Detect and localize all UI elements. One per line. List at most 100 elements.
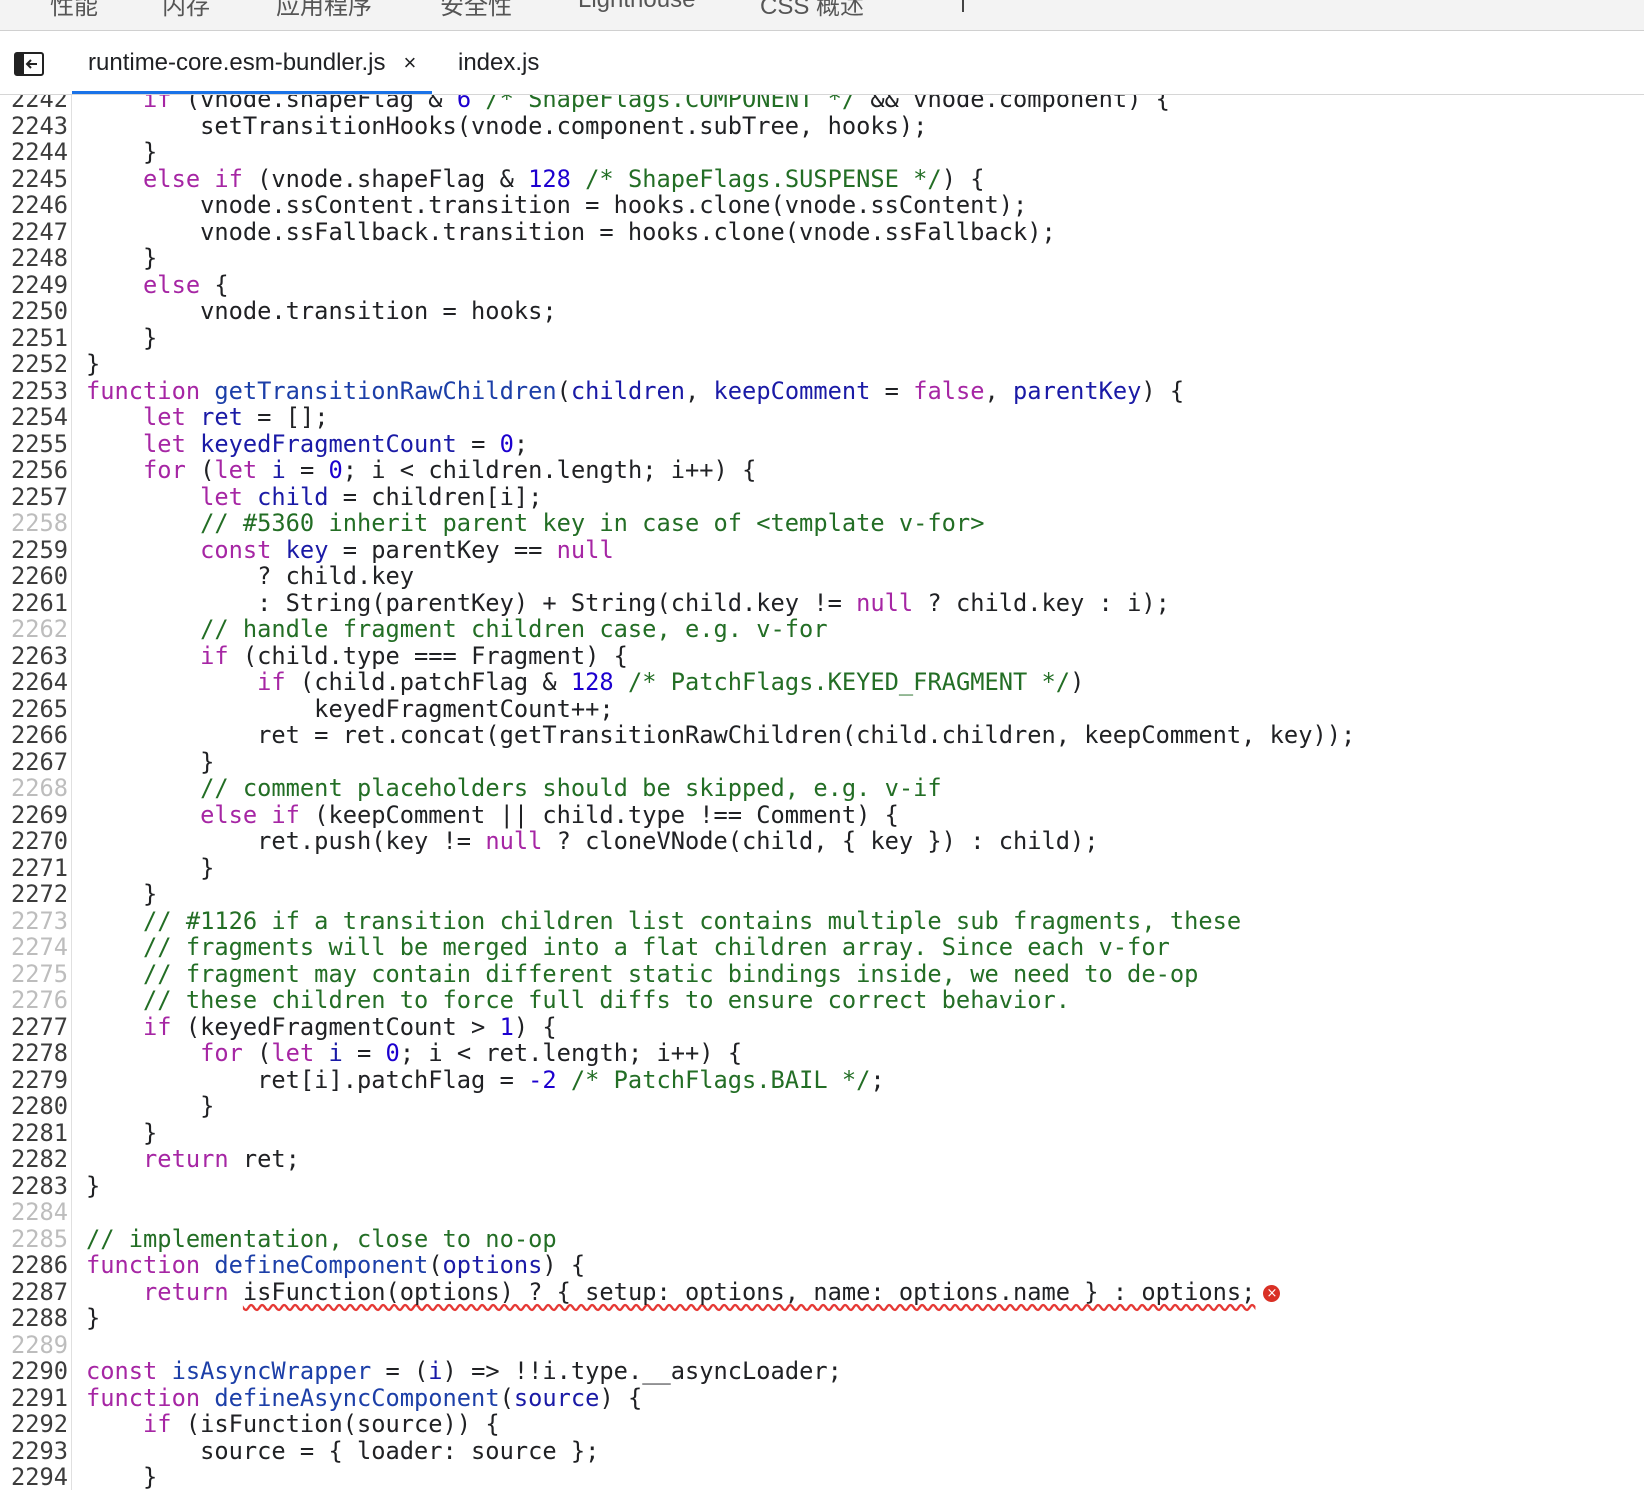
line-number[interactable]: 2276 (0, 987, 68, 1014)
line-number[interactable]: 2274 (0, 934, 68, 961)
code-editor[interactable]: 2242 if (vnode.shapeFlag & 6 /* ShapeFla… (0, 95, 1644, 1490)
line-number[interactable]: 2268 (0, 775, 68, 802)
line-number[interactable]: 2281 (0, 1119, 68, 1147)
line-number[interactable]: 2258 (0, 510, 68, 537)
nav-tab-lighthouse[interactable]: Lighthouse (578, 0, 695, 14)
line-number[interactable]: 2289 (0, 1331, 68, 1359)
line-number[interactable]: 2251 (0, 324, 68, 352)
code-token: /* ShapeFlags.COMPONENT */ (471, 95, 857, 113)
line-number[interactable]: 2278 (0, 1040, 68, 1067)
line-number[interactable]: 2267 (0, 748, 68, 776)
code-token: ) { (599, 1383, 643, 1412)
code-text: } (86, 139, 157, 166)
line-number[interactable]: 2246 (0, 192, 68, 219)
line-number[interactable]: 2244 (0, 139, 68, 166)
editor-tab-bar: runtime-core.esm-bundler.js × index.js (0, 31, 1644, 95)
code-line: 2284 (0, 1199, 1644, 1226)
code-text: } (86, 1093, 214, 1120)
line-number[interactable]: 2271 (0, 854, 68, 882)
code-token: (child.patchFlag & (285, 668, 571, 696)
line-number[interactable]: 2242 (0, 95, 68, 113)
code-line: 2269 else if (keepComment || child.type … (0, 801, 1644, 829)
line-number[interactable]: 2279 (0, 1066, 68, 1094)
code-line: 2251 } (0, 324, 1644, 352)
line-number[interactable]: 2243 (0, 112, 68, 140)
line-number[interactable]: 2259 (0, 536, 68, 564)
line-number[interactable]: 2260 (0, 563, 68, 590)
line-number[interactable]: 2254 (0, 404, 68, 431)
line-number[interactable]: 2250 (0, 298, 68, 325)
code-token: parentKey (1013, 376, 1142, 405)
line-number[interactable]: 2292 (0, 1411, 68, 1438)
code-text: if (child.patchFlag & 128 /* PatchFlags.… (86, 669, 1084, 696)
line-number[interactable]: 2287 (0, 1278, 68, 1306)
nav-tab-performance[interactable]: 性能 (50, 0, 98, 21)
line-number[interactable]: 2248 (0, 245, 68, 272)
code-token: = (870, 376, 914, 405)
close-icon[interactable]: × (403, 31, 416, 95)
line-number[interactable]: 2266 (0, 722, 68, 749)
line-number[interactable]: 2255 (0, 430, 68, 458)
code-token: ; i < children.length; i++) { (342, 456, 757, 484)
line-number[interactable]: 2290 (0, 1358, 68, 1385)
line-number[interactable]: 2264 (0, 669, 68, 696)
line-number[interactable]: 2262 (0, 616, 68, 643)
code-token: (vnode.shapeFlag & (242, 164, 529, 193)
line-number[interactable]: 2269 (0, 801, 68, 829)
code-line: 2262 // handle fragment children case, e… (0, 616, 1644, 643)
line-number[interactable]: 2275 (0, 960, 68, 988)
line-number[interactable]: 2282 (0, 1146, 68, 1173)
code-token: // #1126 if a transition children list c… (143, 906, 1242, 935)
line-number[interactable]: 2252 (0, 351, 68, 378)
code-line: 2242 if (vnode.shapeFlag & 6 /* ShapeFla… (0, 95, 1644, 113)
line-number[interactable]: 2272 (0, 881, 68, 908)
error-icon[interactable]: × (1263, 1284, 1281, 1302)
code-token: (vnode.shapeFlag & (171, 95, 457, 113)
tab-runtime-core[interactable]: runtime-core.esm-bundler.js × (72, 31, 433, 95)
line-number[interactable]: 2270 (0, 828, 68, 855)
line-number[interactable]: 2263 (0, 642, 68, 670)
code-text: } (86, 324, 157, 352)
line-number[interactable]: 2284 (0, 1199, 68, 1226)
code-token: if (200, 641, 229, 670)
line-number[interactable]: 2257 (0, 483, 68, 511)
code-token: if (257, 668, 286, 696)
line-number[interactable]: 2277 (0, 1013, 68, 1041)
code-token: } (86, 244, 158, 272)
line-number[interactable]: 2291 (0, 1384, 68, 1412)
code-token: // handle fragment children case, e.g. v… (200, 615, 828, 643)
line-number[interactable]: 2247 (0, 218, 68, 246)
line-number[interactable]: 2249 (0, 271, 68, 299)
sidebar-toggle-icon[interactable] (14, 52, 44, 76)
code-text: // #1126 if a transition children list c… (86, 906, 1242, 935)
line-number[interactable]: 2294 (0, 1464, 68, 1490)
line-number[interactable]: 2265 (0, 695, 68, 723)
nav-tab-security[interactable]: 安全性 (440, 0, 512, 21)
code-text: } (86, 1119, 157, 1147)
line-number[interactable]: 2283 (0, 1172, 68, 1200)
line-number[interactable]: 2286 (0, 1252, 68, 1279)
line-number[interactable]: 2253 (0, 377, 68, 405)
line-number[interactable]: 2256 (0, 457, 68, 484)
line-number[interactable]: 2285 (0, 1225, 68, 1253)
code-token: ; (513, 429, 529, 458)
nav-tab-memory[interactable]: 内存 (162, 0, 210, 21)
line-number[interactable]: 2245 (0, 165, 68, 193)
code-line: 2274 // fragments will be merged into a … (0, 934, 1644, 961)
nav-tab-css-overview[interactable]: CSS 概述 (760, 0, 864, 21)
code-token: ? cloneVNode(child, { key }) : child); (542, 827, 1099, 855)
line-number[interactable]: 2280 (0, 1093, 68, 1120)
code-text: ret.push(key != null ? cloneVNode(child,… (86, 827, 1099, 855)
code-token: null (856, 588, 914, 617)
line-number[interactable]: 2273 (0, 907, 68, 935)
nav-tab-application[interactable]: 应用程序 (276, 0, 372, 21)
tab-index-js[interactable]: index.js (458, 31, 539, 94)
line-number[interactable]: 2288 (0, 1305, 68, 1332)
line-number[interactable]: 2293 (0, 1437, 68, 1465)
line-number[interactable]: 2261 (0, 589, 68, 617)
code-line: 2286 function defineComponent(options) { (0, 1252, 1644, 1279)
